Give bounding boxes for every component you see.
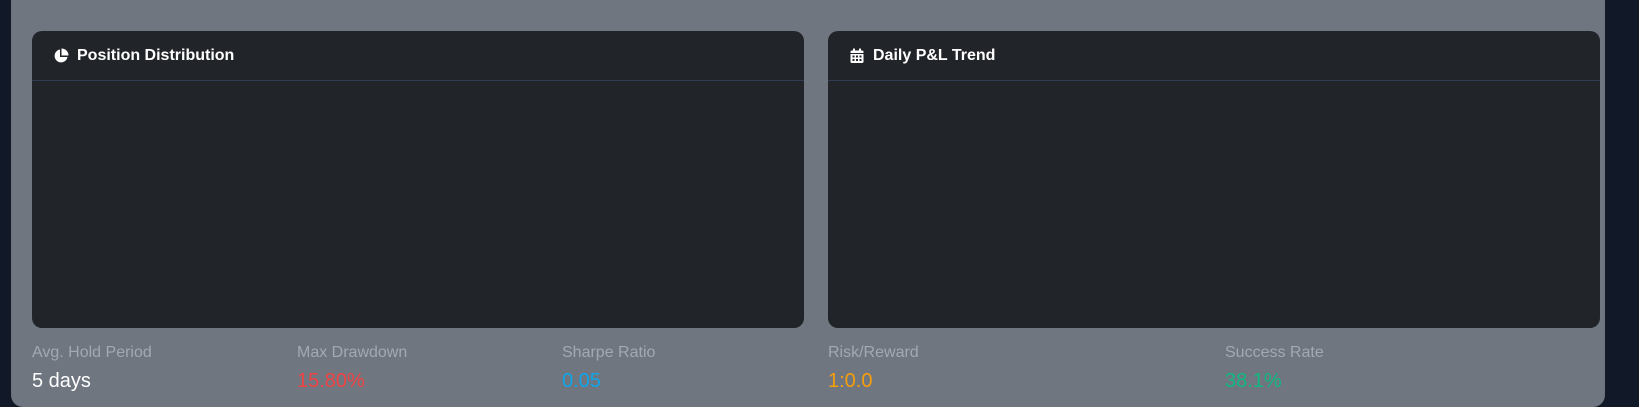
stat-label: Avg. Hold Period — [32, 344, 152, 361]
stat-value: 0.05 — [562, 370, 601, 392]
stat-value: 5 days — [32, 370, 91, 392]
position-distribution-header: Position Distribution — [32, 31, 804, 81]
daily-pnl-trend-title: Daily P&L Trend — [873, 46, 996, 64]
stat-value: 15.80% — [297, 370, 365, 392]
stat-max-drawdown: Max Drawdown 15.80% — [297, 343, 407, 393]
stat-value: 38.1% — [1225, 370, 1282, 392]
stat-value: 1:0.0 — [828, 370, 873, 392]
stat-label: Success Rate — [1225, 344, 1324, 361]
stat-label: Risk/Reward — [828, 344, 919, 361]
position-distribution-chart-area — [32, 82, 804, 328]
calendar-icon — [849, 48, 865, 64]
stat-success-rate: Success Rate 38.1% — [1225, 343, 1324, 393]
stat-label: Max Drawdown — [297, 344, 408, 361]
stat-avg-hold-period: Avg. Hold Period 5 days — [32, 343, 152, 393]
pie-chart-icon — [53, 48, 69, 64]
daily-pnl-trend-chart-area — [828, 82, 1600, 328]
stat-sharpe-ratio: Sharpe Ratio 0.05 — [562, 343, 655, 393]
daily-pnl-trend-header: Daily P&L Trend — [828, 31, 1600, 81]
position-distribution-card: Position Distribution — [32, 31, 804, 328]
daily-pnl-trend-card: Daily P&L Trend — [828, 31, 1600, 328]
analytics-frame: Position Distribution Daily P&L Trend Av… — [11, 0, 1605, 407]
position-distribution-title: Position Distribution — [77, 46, 235, 64]
stat-label: Sharpe Ratio — [562, 344, 656, 361]
stat-risk-reward: Risk/Reward 1:0.0 — [828, 343, 919, 393]
